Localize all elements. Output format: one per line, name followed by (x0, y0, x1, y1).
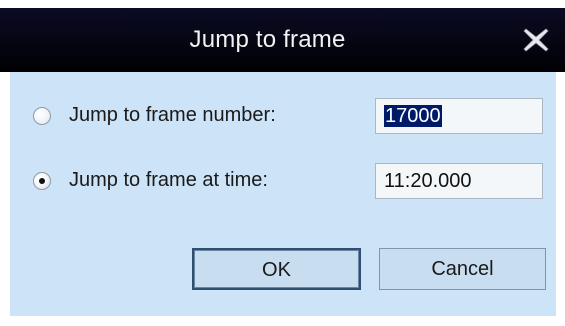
cancel-button[interactable]: Cancel (379, 248, 546, 290)
close-button[interactable] (521, 25, 551, 55)
frame-time-radio[interactable] (33, 172, 51, 190)
frame-time-label[interactable]: Jump to frame at time: (69, 169, 268, 192)
frame-number-input[interactable]: 17000 (375, 98, 543, 134)
jump-to-frame-dialog: Jump to frame Jump to frame number: 1700… (0, 0, 565, 326)
close-x-icon (523, 28, 549, 52)
frame-number-value: 17000 (384, 105, 442, 127)
dialog-body: Jump to frame number: 17000 Jump to fram… (10, 72, 556, 316)
frame-number-label[interactable]: Jump to frame number: (69, 104, 276, 127)
frame-time-row: Jump to frame at time: 11:20.000 (10, 161, 556, 201)
title-bar[interactable]: Jump to frame (0, 8, 565, 72)
frame-number-row: Jump to frame number: 17000 (10, 96, 556, 136)
frame-time-value: 11:20.000 (384, 170, 472, 192)
radio-selected-dot (39, 178, 45, 184)
frame-time-input[interactable]: 11:20.000 (375, 163, 543, 199)
dialog-title: Jump to frame (189, 26, 346, 53)
ok-button[interactable]: OK (192, 248, 361, 290)
frame-number-radio[interactable] (33, 107, 51, 125)
